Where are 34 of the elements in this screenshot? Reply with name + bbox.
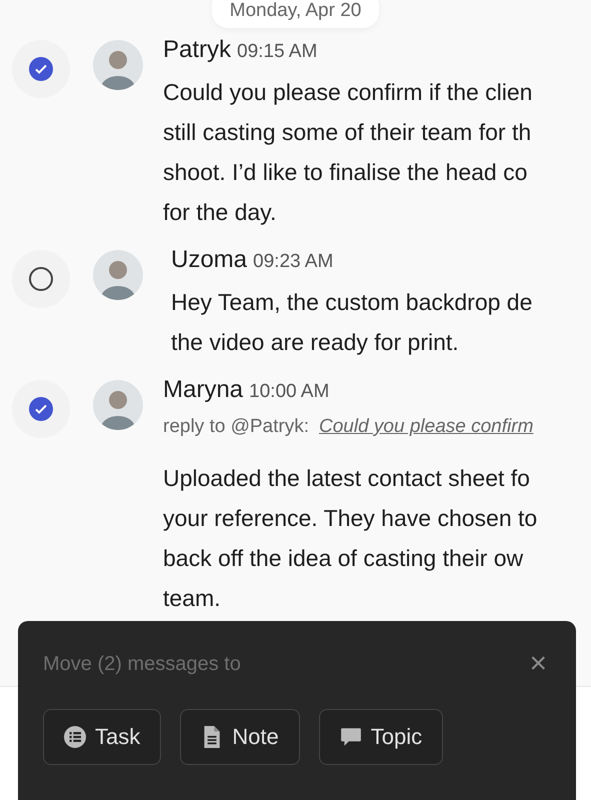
date-divider: Monday, Apr 20 — [212, 0, 380, 28]
message-text: shoot. I’d like to finalise the head co — [163, 158, 528, 187]
note-button[interactable]: Note — [180, 709, 300, 765]
avatar — [93, 380, 143, 430]
message-text: Uploaded the latest contact sheet fo — [163, 464, 531, 493]
message-text: your reference. They have chosen to — [163, 504, 538, 533]
message-text: Could you please confirm if the clien — [163, 78, 532, 107]
select-checkbox[interactable] — [29, 397, 53, 421]
message-time: 09:15 AM — [237, 41, 318, 63]
panel-title: Move (2) messages to — [43, 652, 241, 676]
author-name: Maryna — [163, 376, 244, 404]
author-name: Uzoma — [171, 246, 248, 274]
message-time: 09:23 AM — [253, 251, 334, 273]
message-text: Hey Team, the custom backdrop de — [171, 288, 532, 317]
speech-bubble-icon — [340, 726, 362, 748]
message-time: 10:00 AM — [249, 381, 330, 403]
message-text: for the day. — [163, 198, 278, 227]
message-text: the video are ready for print. — [171, 328, 460, 357]
topic-button[interactable]: Topic — [318, 709, 444, 765]
close-button[interactable]: × — [525, 649, 551, 679]
author-name: Patryk — [163, 36, 232, 64]
reply-label: reply to @Patryk: — [163, 416, 309, 438]
quoted-message-link[interactable]: Could you please confirm — [319, 416, 534, 438]
message-text: back off the idea of casting their ow — [163, 544, 524, 573]
list-icon — [64, 726, 86, 748]
avatar — [93, 250, 143, 300]
select-checkbox[interactable] — [29, 57, 53, 81]
check-icon — [34, 402, 48, 416]
select-checkbox[interactable] — [29, 267, 53, 291]
task-button[interactable]: Task — [43, 709, 162, 765]
check-icon — [34, 62, 48, 76]
message-text: team. — [163, 584, 222, 613]
message-text: still casting some of their team for th — [163, 118, 532, 147]
avatar — [93, 40, 143, 90]
